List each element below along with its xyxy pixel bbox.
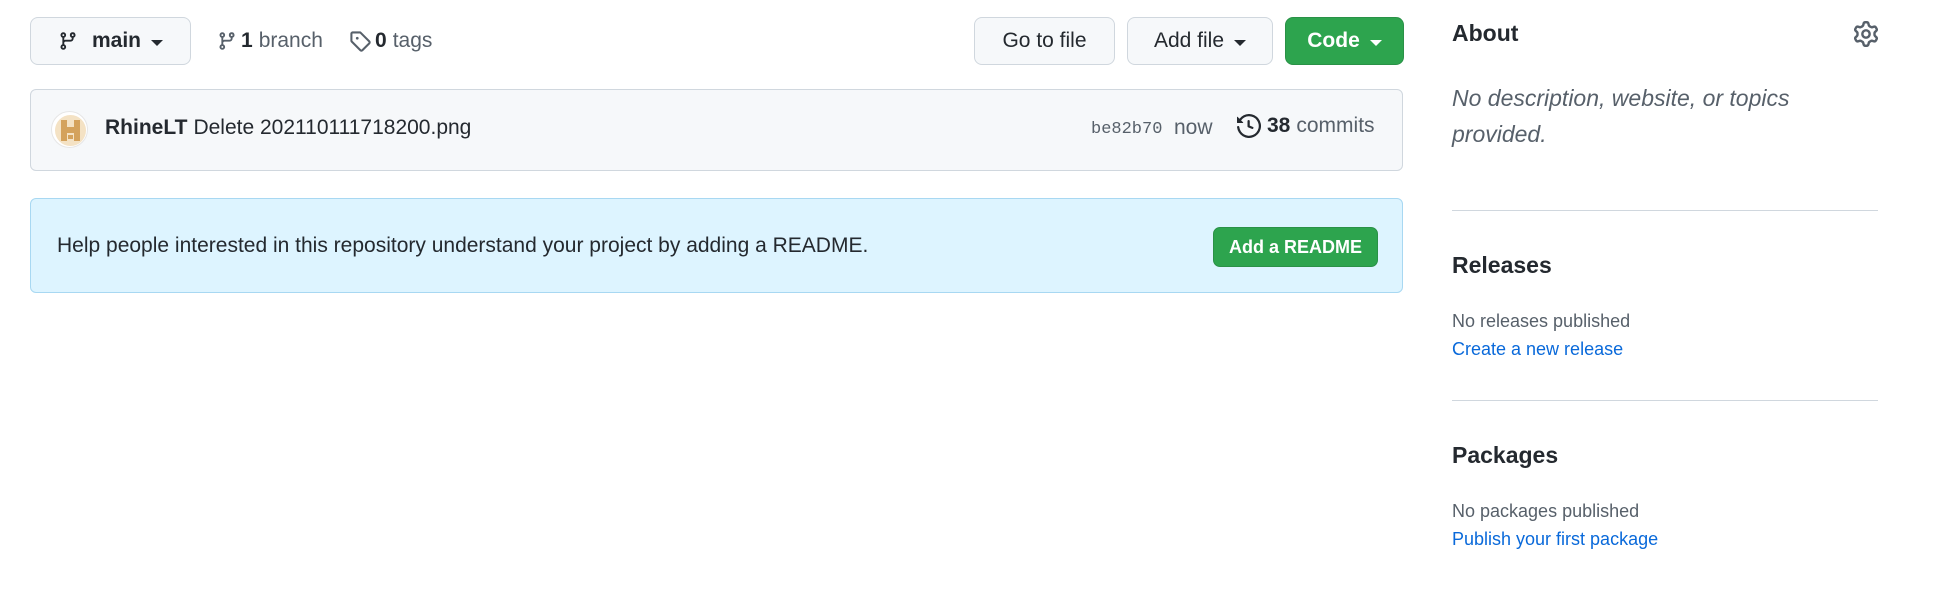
branches-link[interactable]: 1 branch bbox=[217, 17, 323, 65]
tag-label: tags bbox=[392, 29, 433, 52]
avatar[interactable] bbox=[51, 111, 88, 148]
readme-banner-text: Help people interested in this repositor… bbox=[57, 234, 869, 257]
branch-name: main bbox=[91, 29, 141, 52]
branch-label: branch bbox=[258, 29, 323, 52]
git-branch-icon bbox=[58, 30, 78, 52]
about-heading: About bbox=[1452, 20, 1519, 46]
publish-package-link[interactable]: Publish your first package bbox=[1452, 529, 1658, 550]
commit-author[interactable]: RhineLT bbox=[105, 116, 187, 139]
commit-title[interactable]: Delete 202110111718200.png bbox=[193, 116, 471, 139]
packages-heading[interactable]: Packages bbox=[1452, 442, 1558, 469]
branch-selector-button[interactable]: main bbox=[30, 17, 191, 65]
add-file-label: Add file bbox=[1153, 29, 1225, 52]
commit-sha[interactable]: be82b70 bbox=[1091, 120, 1162, 139]
packages-status: No packages published bbox=[1452, 501, 1640, 521]
caret-down-icon bbox=[151, 39, 163, 46]
branch-count: 1 bbox=[241, 29, 253, 52]
divider bbox=[1452, 210, 1878, 211]
go-to-file-label: Go to file bbox=[1002, 29, 1087, 52]
releases-heading[interactable]: Releases bbox=[1452, 252, 1552, 279]
divider bbox=[1452, 400, 1878, 401]
git-branch-icon bbox=[217, 30, 237, 52]
commit-message: RhineLT Delete 202110111718200.png bbox=[105, 116, 471, 140]
releases-status: No releases published bbox=[1452, 311, 1631, 331]
add-file-button[interactable]: Add file bbox=[1127, 17, 1273, 65]
commit-time: now bbox=[1174, 116, 1213, 139]
gear-icon[interactable] bbox=[1853, 21, 1879, 47]
latest-commit-bar: RhineLT Delete 202110111718200.png be82b7… bbox=[30, 89, 1403, 171]
caret-down-icon bbox=[1369, 39, 1382, 46]
create-release-link[interactable]: Create a new release bbox=[1452, 339, 1623, 360]
add-readme-button[interactable]: Add a README bbox=[1213, 227, 1378, 267]
go-to-file-button[interactable]: Go to file bbox=[974, 17, 1115, 65]
code-button[interactable]: Code bbox=[1285, 17, 1404, 65]
tag-icon bbox=[349, 30, 371, 52]
tag-count: 0 bbox=[375, 29, 387, 52]
code-label: Code bbox=[1307, 29, 1360, 52]
tags-link[interactable]: 0 tags bbox=[349, 17, 432, 65]
commits-history-link[interactable]: 38 commits bbox=[1237, 114, 1375, 138]
about-description: No description, website, or topics provi… bbox=[1452, 85, 1790, 147]
history-icon bbox=[1237, 114, 1261, 138]
readme-banner: Help people interested in this repositor… bbox=[30, 198, 1403, 293]
commit-count: 38 bbox=[1267, 114, 1291, 137]
caret-down-icon bbox=[1234, 39, 1247, 46]
commit-label: commits bbox=[1296, 114, 1375, 137]
